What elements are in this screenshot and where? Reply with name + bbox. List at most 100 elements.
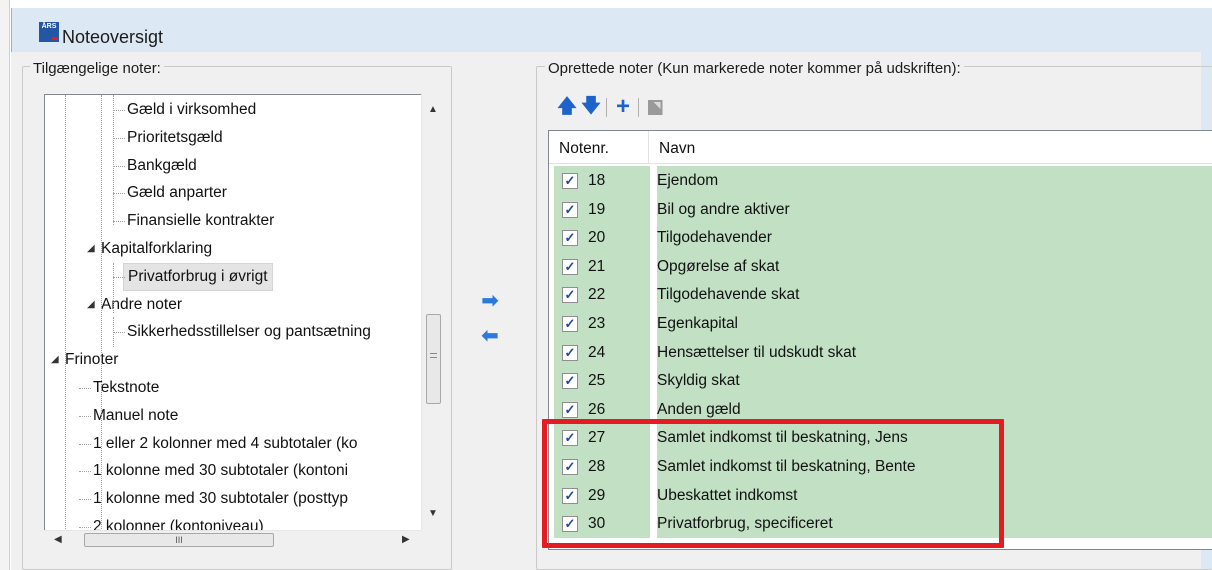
- note-name-cell[interactable]: Anden gæld: [657, 394, 1212, 424]
- table-row[interactable]: ✓ 27 Samlet indkomst til beskatning, Jens: [549, 423, 1212, 453]
- tree-leaf[interactable]: 1 kolonne med 30 subtotaler (kontoni: [93, 457, 348, 484]
- move-up-button[interactable]: 🡅: [556, 95, 578, 119]
- arrow-up-icon: 🡅: [557, 96, 577, 117]
- tree-leaf[interactable]: Sikkerhedsstillelser og pantsætning: [127, 318, 371, 345]
- include-checkbox[interactable]: ✓: [562, 487, 578, 504]
- grid-header: Notenr. Navn: [549, 131, 1212, 164]
- note-name-cell[interactable]: Bil og andre aktiver: [657, 194, 1212, 224]
- note-name-cell[interactable]: Tilgodehavender: [657, 223, 1212, 253]
- add-note-arrow-button[interactable]: ➡: [479, 290, 501, 312]
- scroll-thumb-horizontal[interactable]: III: [84, 533, 274, 547]
- tree-leaf[interactable]: 1 kolonne med 30 subtotaler (posttyp: [93, 485, 348, 512]
- include-checkbox[interactable]: ✓: [562, 459, 578, 475]
- tree-guide-line: [65, 95, 66, 547]
- created-notes-grid[interactable]: Notenr. Navn ✓ 18 Ejendom ✓ 19 Bil og andre a…: [548, 130, 1212, 550]
- include-checkbox[interactable]: ✓: [562, 287, 578, 304]
- edit-icon: [647, 100, 663, 115]
- expand-collapse-icon[interactable]: ◢: [87, 291, 95, 318]
- notes-tree[interactable]: Gæld i virksomhed Prioritetsgæld Bankgæld G…: [44, 94, 444, 548]
- include-checkbox[interactable]: ✓: [562, 344, 578, 361]
- note-name-cell[interactable]: Opgørelse af skat: [657, 251, 1212, 281]
- tree-leaf[interactable]: 1 eller 2 kolonner med 4 subtotaler (ko: [93, 430, 358, 457]
- include-checkbox[interactable]: ✓: [562, 173, 578, 189]
- tree-node[interactable]: Frinoter: [65, 346, 118, 373]
- include-checkbox[interactable]: ✓: [562, 430, 578, 447]
- table-row[interactable]: ✓ 21 Opgørelse af skat: [549, 251, 1212, 281]
- scroll-up-icon[interactable]: ▲: [428, 104, 438, 115]
- note-number-cell: ✓ 27: [554, 423, 650, 453]
- table-row[interactable]: ✓ 18 Ejendom: [549, 166, 1212, 195]
- include-checkbox[interactable]: ✓: [562, 201, 578, 218]
- tree-connector: [113, 137, 125, 139]
- tree-leaf[interactable]: Gæld anparter: [127, 179, 227, 206]
- include-checkbox[interactable]: ✓: [562, 316, 578, 332]
- note-name-cell[interactable]: Samlet indkomst til beskatning, Bente: [657, 452, 1212, 481]
- note-name-cell[interactable]: Skyldig skat: [657, 366, 1212, 396]
- note-number-cell: ✓ 26: [554, 394, 650, 424]
- toolbar-separator: [638, 98, 639, 117]
- table-row[interactable]: ✓ 28 Samlet indkomst til beskatning, Bente: [549, 452, 1212, 481]
- include-checkbox[interactable]: ✓: [562, 373, 578, 390]
- note-number-cell: ✓ 29: [554, 480, 650, 510]
- expand-collapse-icon[interactable]: ◢: [51, 346, 59, 373]
- note-name-cell[interactable]: Ubeskattet indkomst: [657, 480, 1212, 510]
- add-button[interactable]: +: [612, 95, 634, 119]
- note-name-cell[interactable]: Privatforbrug, specificeret: [657, 509, 1212, 539]
- note-number-cell: ✓ 20: [554, 223, 650, 253]
- note-number: 30: [588, 515, 606, 533]
- column-header-notenr[interactable]: Notenr.: [549, 131, 649, 164]
- tree-guide-line: [101, 95, 102, 547]
- edit-button[interactable]: [644, 95, 666, 119]
- tree-leaf[interactable]: Finansielle kontrakter: [127, 207, 274, 234]
- table-row[interactable]: ✓ 20 Tilgodehavender: [549, 223, 1212, 253]
- include-checkbox[interactable]: ✓: [562, 516, 578, 533]
- table-row[interactable]: ✓ 19 Bil og andre aktiver: [549, 194, 1212, 224]
- include-checkbox[interactable]: ✓: [562, 230, 578, 247]
- tree-leaf[interactable]: Bankgæld: [127, 152, 197, 179]
- table-row[interactable]: ✓ 23 Egenkapital: [549, 309, 1212, 338]
- note-number-cell: ✓ 30: [554, 509, 650, 539]
- note-number-cell: ✓ 25: [554, 366, 650, 396]
- note-number: 23: [588, 315, 606, 332]
- tree-leaf[interactable]: Gæld i virksomhed: [127, 96, 256, 123]
- tree-vertical-scrollbar[interactable]: ▲ ▼: [421, 94, 444, 530]
- table-row[interactable]: ✓ 25 Skyldig skat: [549, 366, 1212, 396]
- note-number-cell: ✓ 19: [554, 194, 650, 224]
- note-name-cell[interactable]: Tilgodehavende skat: [657, 280, 1212, 310]
- tree-leaf[interactable]: Privatforbrug i øvrigt: [123, 262, 273, 291]
- note-name-cell[interactable]: Egenkapital: [657, 309, 1212, 338]
- move-down-button[interactable]: 🡇: [580, 95, 602, 119]
- table-row[interactable]: ✓ 30 Privatforbrug, specificeret: [549, 509, 1212, 539]
- app-icon: ÅRS: [39, 22, 59, 42]
- tree-leaf[interactable]: Tekstnote: [93, 374, 159, 401]
- note-name-cell[interactable]: Hensættelser til udskudt skat: [657, 337, 1212, 367]
- note-number: 25: [588, 372, 606, 390]
- column-header-navn[interactable]: Navn: [649, 131, 1212, 164]
- note-number: 28: [588, 458, 606, 475]
- tree-leaf[interactable]: Manuel note: [93, 402, 178, 429]
- tree-leaf[interactable]: Prioritetsgæld: [127, 124, 223, 151]
- remove-note-arrow-button[interactable]: ⬅: [479, 325, 501, 347]
- note-name-cell[interactable]: Ejendom: [657, 166, 1212, 195]
- scroll-down-icon[interactable]: ▼: [428, 508, 438, 519]
- tree-connector: [113, 276, 125, 278]
- tree-horizontal-scrollbar[interactable]: ◀ III ▶: [44, 530, 421, 548]
- note-name-cell[interactable]: Samlet indkomst til beskatning, Jens: [657, 423, 1212, 453]
- note-number-cell: ✓ 18: [554, 166, 650, 195]
- include-checkbox[interactable]: ✓: [562, 401, 578, 418]
- tree-connector: [113, 110, 125, 111]
- table-row[interactable]: ✓ 24 Hensættelser til udskudt skat: [549, 337, 1212, 367]
- tree-connector: [113, 332, 125, 334]
- expand-collapse-icon[interactable]: ◢: [87, 235, 95, 262]
- table-row[interactable]: ✓ 22 Tilgodehavende skat: [549, 280, 1212, 310]
- include-checkbox[interactable]: ✓: [562, 258, 578, 275]
- tree-connector: [79, 388, 91, 389]
- scroll-thumb[interactable]: [426, 314, 441, 404]
- scroll-right-icon[interactable]: ▶: [402, 534, 410, 545]
- table-row[interactable]: ✓ 26 Anden gæld: [549, 394, 1212, 424]
- tree-node[interactable]: Kapitalforklaring: [101, 235, 212, 262]
- plus-icon: +: [615, 93, 630, 120]
- scroll-left-icon[interactable]: ◀: [54, 534, 62, 545]
- table-row[interactable]: ✓ 29 Ubeskattet indkomst: [549, 480, 1212, 510]
- tree-guide-line: [113, 317, 114, 347]
